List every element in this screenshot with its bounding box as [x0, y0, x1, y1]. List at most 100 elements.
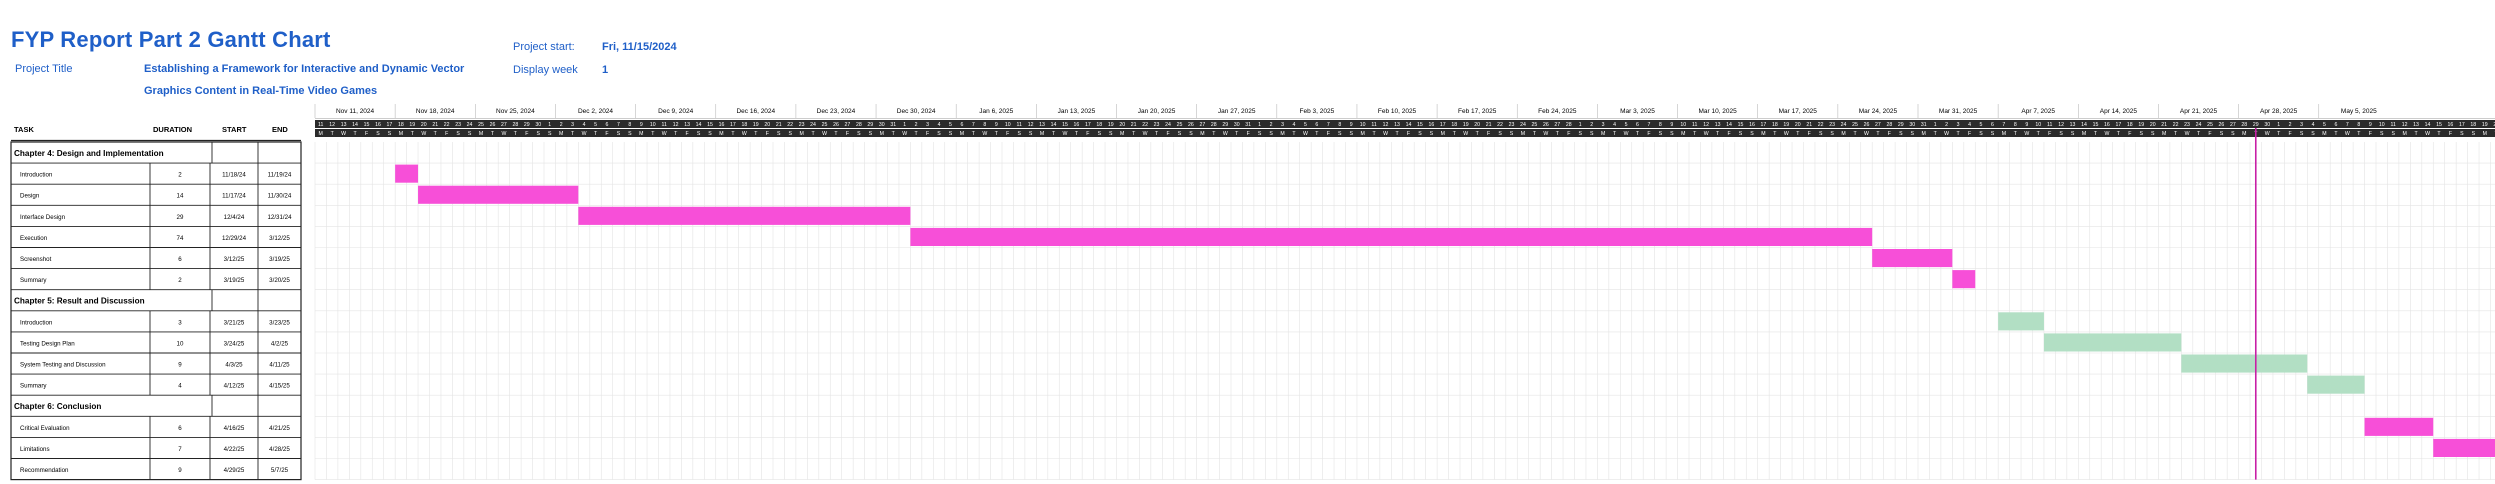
weekday-letter: M: [719, 131, 723, 137]
weekday-letter: M: [1200, 131, 1204, 137]
day-number: 1: [2277, 122, 2280, 128]
weekday-letter: S: [1819, 131, 1823, 137]
weekday-letter: S: [2300, 131, 2304, 137]
day-number: 5: [1980, 122, 1983, 128]
day-number: 11: [662, 122, 667, 128]
day-number: 2: [2289, 122, 2292, 128]
weekday-letter: F: [1968, 131, 1971, 137]
weekday-letter: F: [926, 131, 929, 137]
task-bar: [1998, 312, 2044, 331]
task-name: Summary: [20, 383, 47, 390]
day-number: 2: [1945, 122, 1948, 128]
weekday-letter: S: [1739, 131, 1743, 137]
week-label: Jan 27, 2025: [1218, 108, 1256, 115]
day-number: 6: [2334, 122, 2337, 128]
day-number: 15: [364, 122, 370, 128]
task-start: 3/19/25: [224, 277, 245, 284]
task-duration: 9: [178, 467, 182, 474]
weekday-letter: M: [2162, 131, 2166, 137]
column-header-task: TASK: [14, 125, 34, 134]
weekday-letter: S: [697, 131, 701, 137]
day-number: 6: [606, 122, 609, 128]
day-number: 25: [822, 122, 828, 128]
weekday-letter: F: [365, 131, 368, 137]
weekday-letter: W: [501, 131, 506, 137]
task-start: 3/12/25: [224, 256, 245, 263]
task-end: 3/23/25: [269, 319, 290, 326]
day-number: 3: [926, 122, 929, 128]
day-number: 8: [2014, 122, 2017, 128]
weekday-letter: F: [525, 131, 528, 137]
day-number: 25: [2207, 122, 2213, 128]
day-number: 24: [810, 122, 816, 128]
task-duration: 14: [177, 193, 184, 200]
weekday-letter: F: [766, 131, 769, 137]
weekday-letter: W: [2265, 131, 2270, 137]
weekday-letter: W: [1223, 131, 1228, 137]
weekday-letter: S: [1830, 131, 1834, 137]
weekday-letter: F: [1166, 131, 1169, 137]
day-number: 13: [341, 122, 347, 128]
weekday-letter: W: [1143, 131, 1148, 137]
day-number: 14: [1051, 122, 1057, 128]
weekday-letter: W: [822, 131, 827, 137]
day-number: 20: [421, 122, 427, 128]
task-name: Introduction: [20, 319, 53, 326]
day-number: 11: [318, 122, 323, 128]
day-number: 13: [1039, 122, 1045, 128]
task-bar: [2043, 333, 2182, 352]
weekday-letter: S: [1189, 131, 1193, 137]
day-number: 24: [467, 122, 473, 128]
weekday-letter: W: [1624, 131, 1629, 137]
day-number: 15: [707, 122, 713, 128]
day-number: 17: [1085, 122, 1091, 128]
task-duration: 10: [177, 340, 184, 347]
task-name: Summary: [20, 277, 47, 284]
day-number: 1: [1579, 122, 1582, 128]
day-number: 11: [2390, 122, 2395, 128]
day-number: 15: [2436, 122, 2442, 128]
day-number: 20: [1119, 122, 1125, 128]
day-number: 30: [535, 122, 541, 128]
day-number: 2: [915, 122, 918, 128]
day-number: 14: [352, 122, 358, 128]
day-number: 21: [776, 122, 782, 128]
day-number: 11: [2047, 122, 2052, 128]
day-number: 22: [1497, 122, 1503, 128]
day-number: 19: [409, 122, 415, 128]
day-number: 12: [2058, 122, 2064, 128]
weekday-letter: F: [1327, 131, 1330, 137]
day-number: 11: [1371, 122, 1376, 128]
day-number: 19: [1463, 122, 1469, 128]
weekday-letter: F: [1567, 131, 1570, 137]
day-number: 21: [432, 122, 438, 128]
day-number: 28: [1211, 122, 1217, 128]
day-number: 6: [1991, 122, 1994, 128]
weekday-letter: F: [2208, 131, 2211, 137]
weekday-letter: S: [2391, 131, 2395, 137]
task-duration: 2: [178, 172, 182, 179]
weekday-letter: S: [2071, 131, 2075, 137]
task-start: 4/12/25: [224, 383, 245, 390]
week-label: Dec 23, 2024: [817, 108, 856, 115]
weekday-letter: F: [2289, 131, 2292, 137]
task-name: Screenshot: [20, 256, 52, 263]
day-number: 6: [1636, 122, 1639, 128]
day-number: 8: [1659, 122, 1662, 128]
day-number: 12: [1703, 122, 1709, 128]
day-number: 2: [1590, 122, 1593, 128]
weekday-letter: W: [1784, 131, 1789, 137]
day-number: 9: [2025, 122, 2028, 128]
weekday-letter: M: [2483, 131, 2487, 137]
day-number: 17: [730, 122, 736, 128]
weekday-letter: M: [880, 131, 884, 137]
task-end: 11/19/24: [268, 172, 292, 179]
day-number: 23: [799, 122, 805, 128]
week-label: Nov 11, 2024: [336, 108, 375, 115]
day-number: 13: [2413, 122, 2419, 128]
weekday-letter: M: [1040, 131, 1044, 137]
task-start: 3/21/25: [224, 319, 245, 326]
section-title: Chapter 5: Result and Discussion: [14, 297, 145, 306]
weekday-letter: S: [1098, 131, 1102, 137]
weekday-letter: M: [1120, 131, 1124, 137]
